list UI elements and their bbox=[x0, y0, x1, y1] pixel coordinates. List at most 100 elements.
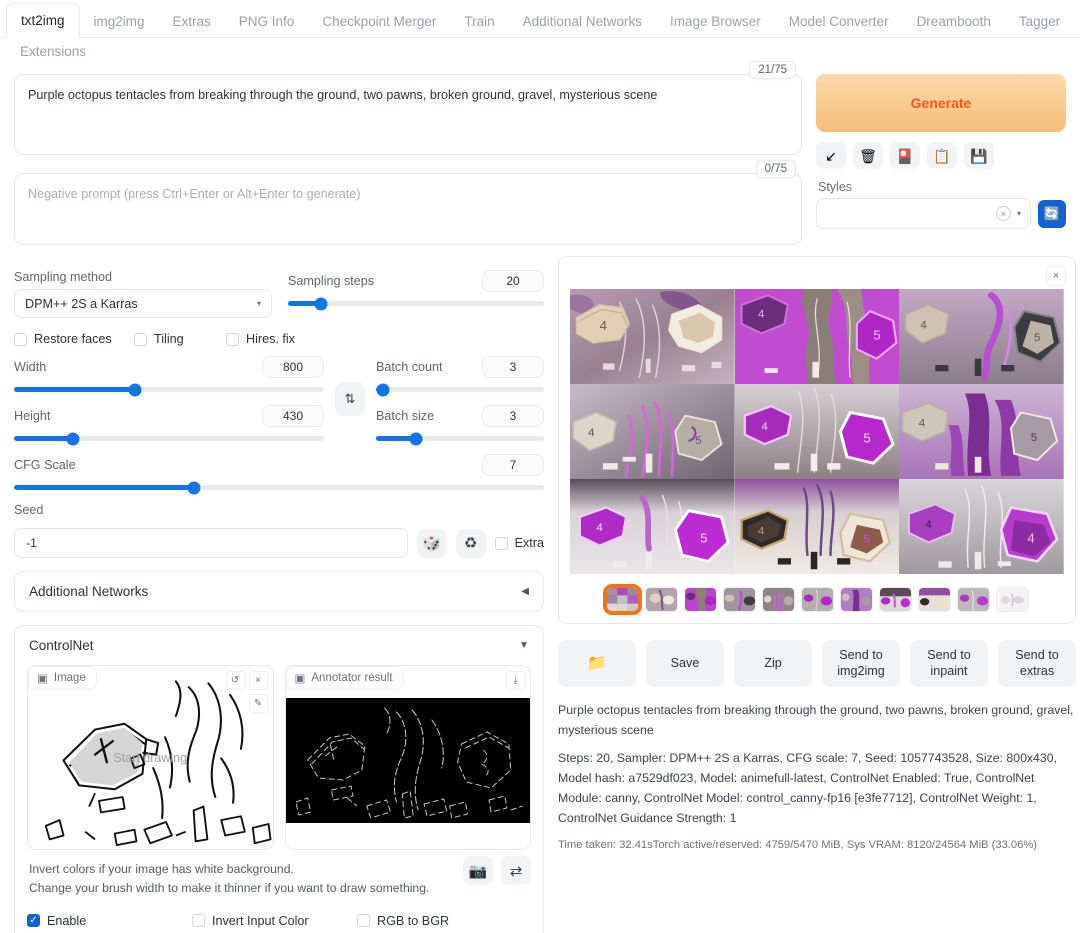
height-value[interactable]: 430 bbox=[262, 405, 324, 427]
batch-size-slider[interactable] bbox=[376, 436, 544, 441]
swap-icon[interactable]: ⇄ bbox=[501, 856, 531, 885]
batch-count-slider[interactable] bbox=[376, 387, 544, 392]
camera-icon[interactable]: 📷 bbox=[463, 856, 493, 885]
tab-extras[interactable]: Extras bbox=[159, 5, 225, 38]
slider-knob[interactable] bbox=[315, 297, 328, 310]
batch-size-value[interactable]: 3 bbox=[482, 405, 544, 427]
close-icon[interactable]: × bbox=[1046, 266, 1066, 286]
arrow-into-corner-icon[interactable]: ↙ bbox=[816, 142, 846, 169]
checkbox-box[interactable] bbox=[357, 914, 370, 927]
recycle-icon[interactable]: ♻ bbox=[456, 529, 486, 558]
save-button[interactable]: Save bbox=[646, 640, 724, 687]
red-card-icon[interactable]: 🎴 bbox=[890, 142, 920, 169]
styles-clear-icon[interactable]: × bbox=[996, 206, 1011, 221]
zip-button[interactable]: Zip bbox=[734, 640, 812, 687]
gallery-image-cell[interactable]: 4 5 bbox=[735, 384, 900, 479]
checkbox-restore-faces[interactable]: Restore faces bbox=[14, 332, 124, 346]
download-icon[interactable]: ⤓ bbox=[506, 671, 525, 690]
chevron-down-icon[interactable]: ▾ bbox=[1017, 209, 1021, 218]
slider-knob[interactable] bbox=[410, 432, 423, 445]
brush-icon[interactable]: ✎ bbox=[249, 694, 268, 713]
slider-knob[interactable] bbox=[66, 432, 79, 445]
checkbox-enable[interactable]: Enable bbox=[27, 914, 192, 928]
cfg-scale-value[interactable]: 7 bbox=[482, 454, 544, 476]
floppy-save-icon[interactable]: 💾 bbox=[964, 142, 994, 169]
cfg-scale-slider[interactable] bbox=[14, 485, 544, 490]
checkbox-box[interactable] bbox=[192, 914, 205, 927]
thumbnail-strip[interactable] bbox=[570, 587, 1064, 612]
checkbox-box[interactable] bbox=[134, 333, 147, 346]
refresh-styles-icon[interactable]: 🔄 bbox=[1038, 200, 1066, 228]
swap-dimensions-icon[interactable]: ⇅ bbox=[335, 382, 365, 416]
thumbnail-image-2[interactable] bbox=[684, 587, 717, 612]
gallery-image-cell[interactable]: 4 5 bbox=[570, 479, 735, 574]
tab-tagger[interactable]: Tagger bbox=[1005, 5, 1074, 38]
gallery-image-cell[interactable]: 4 5 bbox=[899, 384, 1064, 479]
sampling-steps-slider[interactable] bbox=[288, 301, 544, 306]
batch-count-value[interactable]: 3 bbox=[482, 356, 544, 378]
generate-button[interactable]: Generate bbox=[816, 74, 1066, 132]
thumbnail-image-1[interactable] bbox=[645, 587, 678, 612]
thumbnail-image-8[interactable] bbox=[918, 587, 951, 612]
tab-png-info[interactable]: PNG Info bbox=[225, 5, 309, 38]
checkbox-hires-fix[interactable]: Hires. fix bbox=[226, 332, 295, 346]
undo-icon[interactable]: ↺ bbox=[226, 671, 245, 690]
checkbox-box[interactable] bbox=[495, 537, 508, 550]
controlnet-header[interactable]: ControlNet ▼ bbox=[15, 626, 543, 665]
thumbnail-image-7[interactable] bbox=[879, 587, 912, 612]
tab-additional-networks[interactable]: Additional Networks bbox=[509, 5, 656, 38]
thumbnail-image-9[interactable] bbox=[957, 587, 990, 612]
checkbox-invert-input-color[interactable]: Invert Input Color bbox=[192, 914, 357, 928]
additional-networks-header[interactable]: Additional Networks ◀ bbox=[15, 572, 543, 611]
checkbox-tiling[interactable]: Tiling bbox=[134, 332, 216, 346]
controlnet-image-pane[interactable]: Start drawing ▣ Image ↺ × ✎ bbox=[27, 665, 274, 850]
gallery-image-cell[interactable]: 4 5 bbox=[570, 384, 735, 479]
chevron-down-icon[interactable]: ▼ bbox=[519, 640, 529, 651]
dice-icon[interactable]: 🎲 bbox=[417, 529, 447, 558]
positive-prompt-input[interactable] bbox=[14, 74, 802, 155]
chevron-left-icon[interactable]: ◀ bbox=[521, 586, 529, 597]
gallery-image-cell[interactable]: 4 4 bbox=[899, 479, 1064, 574]
gallery-image-cell[interactable]: 4 5 bbox=[899, 289, 1064, 384]
image-grid[interactable]: 4 bbox=[570, 289, 1064, 574]
tab-txt2img[interactable]: txt2img bbox=[6, 3, 80, 38]
tab-image-browser[interactable]: Image Browser bbox=[656, 5, 775, 38]
seed-input[interactable]: -1 bbox=[14, 528, 408, 558]
open-folder-button[interactable]: 📁 bbox=[558, 640, 636, 687]
tab-train[interactable]: Train bbox=[450, 5, 508, 38]
sampling-steps-value[interactable]: 20 bbox=[482, 270, 544, 292]
trash-icon[interactable]: 🗑 bbox=[853, 142, 883, 169]
width-value[interactable]: 800 bbox=[262, 356, 324, 378]
slider-knob[interactable] bbox=[128, 383, 141, 396]
checkbox-box[interactable] bbox=[226, 333, 239, 346]
controlnet-annotator-pane[interactable]: ▣ Annotator result ⤓ bbox=[285, 665, 532, 850]
tab-settings[interactable]: Settings bbox=[1074, 5, 1080, 38]
slider-knob[interactable] bbox=[376, 383, 389, 396]
gallery-image-cell[interactable]: 4 bbox=[570, 289, 735, 384]
additional-networks-accordion[interactable]: Additional Networks ◀ bbox=[14, 571, 544, 612]
controlnet-input-sketch[interactable] bbox=[28, 666, 273, 849]
send-to-inpaint-button[interactable]: Send to inpaint bbox=[910, 640, 988, 687]
checkbox-rgb-to-bgr[interactable]: RGB to BGR bbox=[357, 914, 449, 928]
thumbnail-image-3[interactable] bbox=[723, 587, 756, 612]
styles-dropdown[interactable]: × ▾ bbox=[816, 198, 1031, 229]
thumbnail-grid[interactable] bbox=[606, 587, 639, 612]
thumbnail-image-4[interactable] bbox=[762, 587, 795, 612]
thumbnail-image-5[interactable] bbox=[801, 587, 834, 612]
clipboard-icon[interactable]: 📋 bbox=[927, 142, 957, 169]
negative-prompt-input[interactable] bbox=[14, 173, 802, 245]
sampling-method-select[interactable]: DPM++ 2S a Karras ▾ bbox=[14, 289, 272, 318]
width-slider[interactable] bbox=[14, 387, 324, 392]
gallery-image-cell[interactable]: 4 5 bbox=[735, 479, 900, 574]
thumbnail-image-6[interactable] bbox=[840, 587, 873, 612]
send-to-img2img-button[interactable]: Send to img2img bbox=[822, 640, 900, 687]
tab-extensions[interactable]: Extensions bbox=[6, 41, 100, 62]
tab-dreambooth[interactable]: Dreambooth bbox=[903, 5, 1005, 38]
height-slider[interactable] bbox=[14, 436, 324, 441]
gallery-image-cell[interactable]: 4 5 bbox=[735, 289, 900, 384]
main-tab-bar[interactable]: txt2img img2img Extras PNG Info Checkpoi… bbox=[0, 0, 1080, 38]
tab-img2img[interactable]: img2img bbox=[80, 5, 159, 38]
slider-knob[interactable] bbox=[188, 481, 201, 494]
tab-model-converter[interactable]: Model Converter bbox=[775, 5, 903, 38]
checkbox-extra-seed[interactable]: Extra bbox=[495, 536, 544, 550]
